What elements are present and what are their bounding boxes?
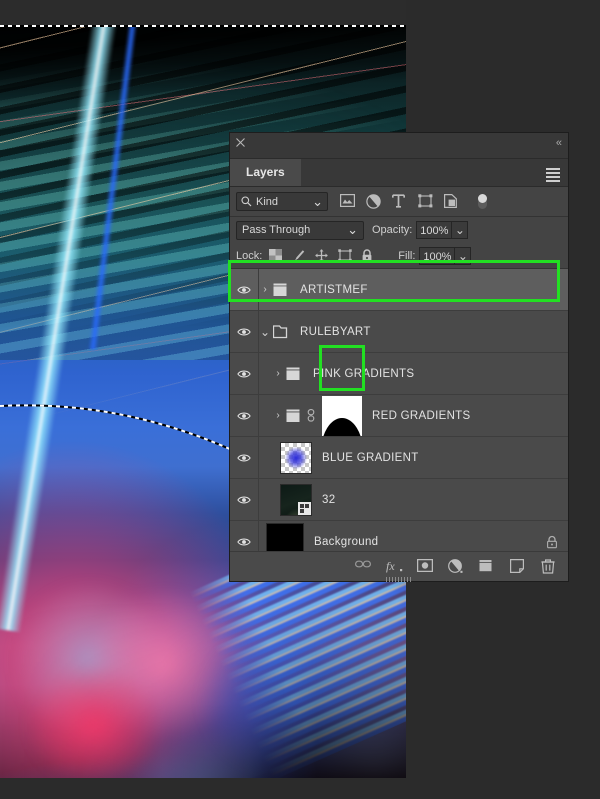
- panel-tab-strip: Layers: [230, 159, 568, 187]
- layer-name[interactable]: 32: [322, 494, 335, 506]
- layer-expand-twisty[interactable]: ›: [272, 410, 284, 421]
- layer-style-fx-button[interactable]: fx: [386, 559, 403, 574]
- panel-menu-icon[interactable]: [546, 168, 560, 182]
- layer-row-32[interactable]: 32: [230, 479, 568, 521]
- fill-input[interactable]: 100%: [419, 246, 456, 265]
- eye-icon: [237, 328, 251, 335]
- canvas-top-matte: [0, 0, 406, 26]
- layer-mask-thumbnail[interactable]: [322, 395, 362, 436]
- eye-icon: [237, 286, 251, 293]
- mask-shape: [322, 417, 362, 436]
- add-layer-mask-button[interactable]: [417, 559, 433, 574]
- layer-thumbnail[interactable]: [280, 441, 312, 474]
- layer-row-red-gradients[interactable]: › RED GRADIENTS: [230, 395, 568, 437]
- eye-icon: [237, 454, 251, 461]
- layer-thumbnail[interactable]: [280, 483, 312, 516]
- layers-panel[interactable]: « Layers Kind ⌄ Pass Through ⌄ Opacity: …: [228, 132, 569, 582]
- svg-text:fx: fx: [386, 559, 395, 573]
- artwork-bottom-shadow: [0, 600, 406, 778]
- filter-row: Kind ⌄: [230, 187, 568, 217]
- layer-name[interactable]: ARTISTMEF: [300, 284, 368, 296]
- filter-adjustment-icon[interactable]: [366, 194, 381, 209]
- layer-row-rulebyart[interactable]: ⌄ RULEBYART: [230, 311, 568, 353]
- lock-image-pixels-icon[interactable]: [292, 249, 305, 262]
- layer-visibility-toggle[interactable]: [230, 353, 259, 394]
- layer-row-artistmef[interactable]: › ARTISTMEF: [230, 269, 568, 311]
- layer-visibility-toggle[interactable]: [230, 437, 259, 478]
- link-mask-icon[interactable]: [306, 409, 316, 422]
- filter-pixel-icon[interactable]: [340, 194, 355, 209]
- thumbnail-content: [281, 442, 311, 473]
- layer-expand-twisty[interactable]: ›: [272, 368, 284, 379]
- eye-icon: [237, 412, 251, 419]
- chevron-down-icon[interactable]: ⌄: [347, 223, 358, 236]
- layer-name[interactable]: Background: [314, 536, 378, 548]
- lock-all-icon[interactable]: [361, 249, 374, 262]
- filter-enable-toggle[interactable]: [478, 194, 487, 209]
- folder-closed-icon: [286, 409, 300, 422]
- lock-transparent-pixels-icon[interactable]: [269, 249, 283, 262]
- delete-layer-button[interactable]: [541, 559, 556, 574]
- layer-visibility-toggle[interactable]: [230, 311, 259, 352]
- folder-closed-icon: [273, 283, 287, 296]
- new-layer-button[interactable]: [510, 559, 525, 574]
- filter-type-icon[interactable]: [392, 194, 407, 209]
- folder-open-icon: [273, 324, 288, 338]
- collapse-panel-icon[interactable]: «: [556, 137, 562, 149]
- panel-footer-toolbar: fx: [230, 551, 568, 582]
- layer-name[interactable]: RED GRADIENTS: [372, 410, 470, 422]
- layer-row-blue-gradient[interactable]: BLUE GRADIENT: [230, 437, 568, 479]
- filter-smartobject-icon[interactable]: [444, 194, 459, 209]
- lock-artboard-nesting-icon[interactable]: [338, 249, 352, 262]
- panel-titlebar: «: [230, 133, 568, 159]
- folder-closed-icon: [286, 367, 300, 380]
- opacity-stepper[interactable]: ⌄: [452, 221, 469, 239]
- chevron-down-icon[interactable]: ⌄: [312, 195, 323, 208]
- filter-kind-select[interactable]: Kind ⌄: [236, 192, 328, 211]
- layer-list[interactable]: › ARTISTMEF ⌄ RULEBYART › PINK GRADIENTS: [230, 269, 568, 563]
- lock-row: Lock: Fill: 100% ⌄: [230, 243, 568, 269]
- blend-mode-value: Pass Through: [242, 224, 311, 236]
- smart-object-badge-icon: [298, 501, 311, 515]
- layer-expand-twisty[interactable]: ›: [259, 284, 271, 295]
- lock-position-icon[interactable]: [315, 249, 328, 262]
- new-group-button[interactable]: [479, 559, 494, 574]
- lock-icon: [547, 535, 557, 548]
- opacity-label: Opacity:: [372, 224, 413, 236]
- fill-label: Fill:: [398, 249, 416, 262]
- layer-name[interactable]: BLUE GRADIENT: [322, 452, 419, 464]
- fill-stepper[interactable]: ⌄: [455, 246, 472, 265]
- tab-layers[interactable]: Layers: [230, 159, 301, 186]
- close-icon[interactable]: [236, 138, 249, 151]
- layer-visibility-toggle[interactable]: [230, 395, 259, 436]
- search-icon: [241, 196, 252, 207]
- layer-name[interactable]: RULEBYART: [300, 326, 371, 338]
- eye-icon: [237, 496, 251, 503]
- opacity-input[interactable]: 100%: [416, 221, 453, 239]
- layer-visibility-toggle[interactable]: [230, 269, 259, 310]
- layer-expand-twisty[interactable]: ⌄: [259, 325, 271, 339]
- lock-label: Lock:: [236, 249, 263, 262]
- layer-visibility-toggle[interactable]: [230, 479, 259, 520]
- filter-shape-icon[interactable]: [418, 194, 433, 209]
- blend-mode-select[interactable]: Pass Through ⌄: [236, 220, 364, 240]
- blend-mode-row: Pass Through ⌄ Opacity: 100% ⌄: [230, 217, 568, 243]
- filter-kind-label: Kind: [256, 195, 279, 208]
- panel-resize-grip[interactable]: [386, 577, 412, 582]
- link-layers-button[interactable]: [355, 559, 371, 574]
- new-adjustment-layer-button[interactable]: [448, 559, 463, 574]
- layer-row-pink-gradients[interactable]: › PINK GRADIENTS: [230, 353, 568, 395]
- eye-icon: [237, 370, 251, 377]
- layer-name[interactable]: PINK GRADIENTS: [313, 368, 414, 380]
- eye-icon: [237, 538, 251, 545]
